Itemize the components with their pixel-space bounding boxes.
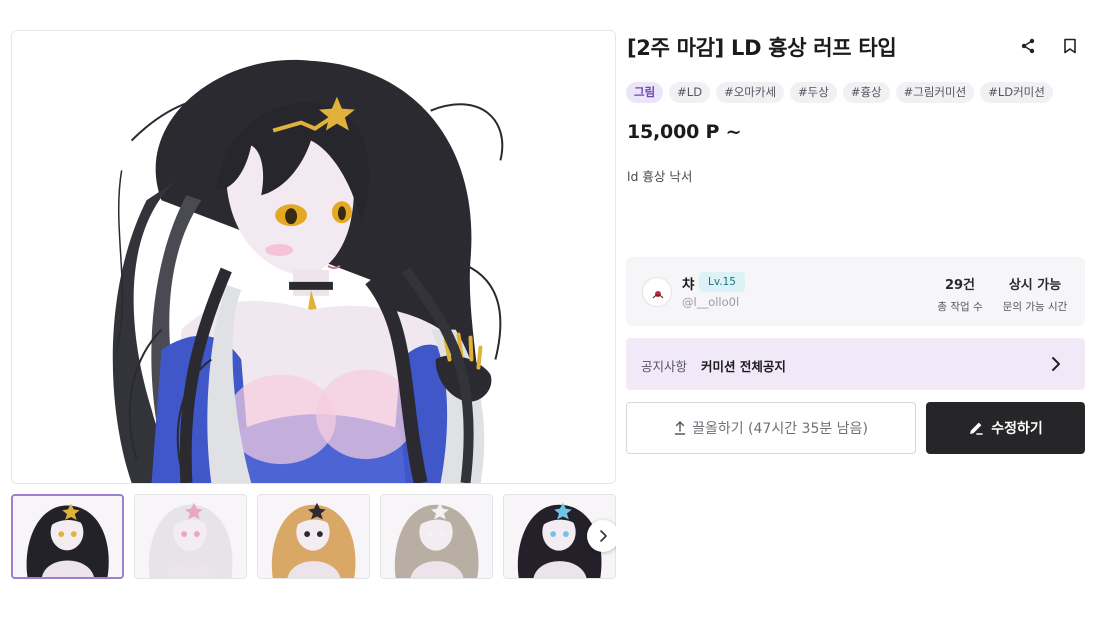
stat-total-works: 29건 총 작업 수 — [932, 274, 988, 314]
bump-button[interactable]: 끌올하기 (47시간 35분 남음) — [626, 402, 916, 454]
gallery-thumbnail[interactable] — [11, 494, 124, 579]
tag-chip[interactable]: #두상 — [790, 82, 837, 103]
bump-up-icon — [674, 421, 686, 435]
gallery-thumbnail[interactable] — [380, 494, 493, 579]
gallery-thumbnail[interactable] — [134, 494, 247, 579]
tag-chip[interactable]: #LD — [669, 82, 711, 103]
gallery-next-button[interactable] — [587, 520, 616, 552]
notice-label: 공지사항 — [641, 359, 688, 374]
tag-chip[interactable]: #그림커미션 — [895, 82, 975, 103]
level-badge: Lv.15 — [699, 272, 745, 292]
bump-button-label: 끌올하기 (47시간 35분 남음) — [692, 421, 868, 437]
product-title: [2주 마감] LD 흉상 러프 타입 — [627, 36, 897, 60]
main-artwork-image[interactable] — [11, 30, 616, 484]
stat-value: 상시 가능 — [1008, 278, 1062, 293]
bookmark-button[interactable] — [1060, 36, 1080, 56]
share-icon — [1021, 38, 1035, 54]
chevron-right-icon — [1052, 357, 1060, 371]
thumbnail-gallery — [11, 494, 616, 580]
tag-list: 그림 #LD #오마카세 #두상 #흉상 #그림커미션 #LD커미션 — [626, 82, 1053, 103]
chevron-right-icon — [600, 530, 607, 542]
tag-chip[interactable]: #흉상 — [842, 82, 890, 103]
stat-label: 총 작업 수 — [937, 301, 983, 313]
artwork-thumbnail — [135, 495, 246, 578]
price: 15,000 P ~ — [627, 121, 742, 143]
tag-chip[interactable]: 그림 — [626, 82, 664, 103]
stat-inquiry-hours: 상시 가능 문의 가능 시간 — [996, 274, 1074, 314]
product-description: ld 흉상 낙서 — [627, 169, 693, 184]
pencil-icon — [970, 422, 984, 435]
stat-value: 29건 — [944, 278, 976, 293]
avatar[interactable] — [642, 277, 672, 307]
notice-bar[interactable]: 공지사항 커미션 전체공지 — [626, 338, 1085, 390]
gallery-thumbnail[interactable] — [257, 494, 370, 579]
edit-button[interactable]: 수정하기 — [926, 402, 1085, 454]
artwork-thumbnail — [13, 496, 122, 577]
tag-chip[interactable]: #LD커미션 — [980, 82, 1053, 103]
notice-title: 커미션 전체공지 — [701, 359, 786, 374]
seller-handle: @l__ollo0l — [682, 295, 740, 309]
edit-button-label: 수정하기 — [991, 421, 1043, 437]
seller-name[interactable]: 챠 — [682, 273, 694, 293]
bookmark-icon — [1064, 38, 1076, 54]
share-button[interactable] — [1018, 36, 1038, 56]
avatar-image — [643, 278, 671, 306]
artwork-illustration — [12, 31, 615, 483]
artwork-thumbnail — [381, 495, 492, 578]
stat-label: 문의 가능 시간 — [1002, 301, 1068, 313]
artwork-thumbnail — [258, 495, 369, 578]
tag-chip[interactable]: #오마카세 — [716, 82, 785, 103]
seller-card: 챠 Lv.15 @l__ollo0l 29건 총 작업 수 상시 가능 문의 가… — [626, 257, 1085, 326]
